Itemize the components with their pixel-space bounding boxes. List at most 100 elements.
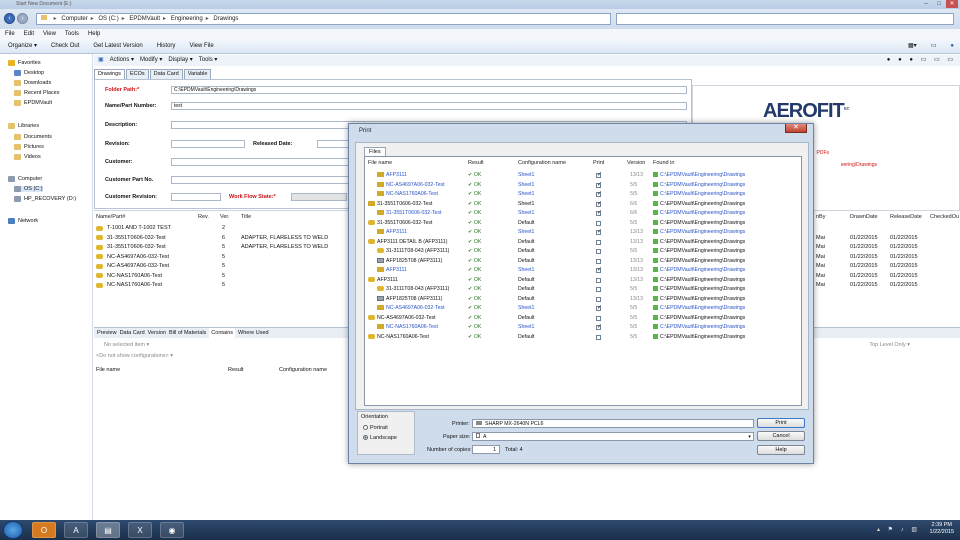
nav-downloads[interactable]: Downloads — [14, 80, 51, 86]
table-row[interactable]: T-1001 AND T-1002 TEST — [96, 225, 171, 231]
crumb-engineering[interactable]: Engineering — [171, 16, 203, 22]
col-title[interactable]: Title — [241, 214, 251, 220]
no-selected-item[interactable]: No selected item ▾ — [104, 342, 149, 348]
crumb-os-c[interactable]: OS (C:) — [98, 16, 118, 22]
menu-file[interactable]: File — [5, 29, 15, 39]
modify-menu[interactable]: Modify ▾ — [140, 55, 162, 66]
tab-variable[interactable]: Variable — [183, 69, 212, 79]
customer-part-field[interactable] — [171, 176, 349, 184]
print-button[interactable]: Print — [757, 418, 805, 428]
tray-icons[interactable]: ▴ ⚑ ♪ ▥ — [877, 526, 920, 533]
tab-version[interactable]: Version — [148, 328, 166, 338]
check-out-button[interactable]: Check Out — [51, 39, 79, 53]
print-checkbox[interactable] — [596, 228, 602, 238]
menu-view[interactable]: View — [43, 29, 56, 39]
customer-revision-field[interactable] — [171, 193, 221, 201]
menu-help[interactable]: Help — [88, 29, 100, 39]
system-clock[interactable]: 2:39 PM 1/22/2015 — [930, 522, 954, 536]
excel-icon[interactable]: X — [128, 522, 152, 538]
start-button[interactable] — [3, 521, 23, 539]
cancel-button[interactable]: Cancel — [757, 431, 805, 441]
col-configuration[interactable]: Configuration name — [518, 160, 566, 166]
view-options-icon[interactable]: ▦▾ — [908, 39, 917, 54]
address-bar[interactable]: ▸ Computer ▸ OS (C:) ▸ EPDMVault ▸ Engineer… — [36, 13, 611, 25]
tab-bill-of-materials[interactable]: Bill of Materials — [169, 328, 206, 338]
table-row[interactable]: NC-AS4697A06-032-Test — [96, 254, 169, 260]
tab-data-card-bottom[interactable]: Data Card — [120, 328, 145, 338]
print-checkbox[interactable] — [596, 277, 601, 283]
list-item[interactable]: NC-AS4697A06-032-Test ✔ OK Sheet1 5/5 C:… — [365, 181, 801, 190]
nav-hp-recovery[interactable]: HP_RECOVERY (D:) — [14, 196, 76, 202]
minimize-button[interactable]: – — [920, 0, 932, 8]
toolbar-icons[interactable]: ● ● ● ▭ ▭ ▭ — [887, 55, 956, 66]
table-row[interactable]: 31-3551T0606-032-Test — [96, 244, 166, 250]
help-icon[interactable]: ● — [950, 39, 954, 54]
actions-menu[interactable]: Actions ▾ — [110, 55, 134, 66]
crumb-computer[interactable]: Computer — [61, 16, 87, 22]
display-menu[interactable]: Display ▾ — [168, 55, 192, 66]
print-checkbox[interactable] — [596, 239, 601, 245]
copies-field[interactable]: 1 — [472, 445, 500, 454]
list-item[interactable]: 31-3551T0606-032-Test ✔ OK Default 5/5 C… — [365, 219, 801, 229]
nav-libraries[interactable]: Libraries — [8, 123, 39, 129]
col-configuration[interactable]: Configuration name — [279, 367, 327, 373]
crumb-epdmvault[interactable]: EPDMVault — [129, 16, 160, 22]
help-button[interactable]: Help — [757, 445, 805, 455]
list-item[interactable]: 31-3111T08-043 (AFP3111) ✔ OK Default 5/… — [365, 247, 801, 257]
col-name[interactable]: Name/Part# — [96, 214, 125, 220]
revision-field[interactable] — [171, 140, 245, 148]
tab-ecos[interactable]: ECOs — [125, 69, 149, 79]
dialog-close-button[interactable]: ✕ — [785, 124, 807, 133]
nav-recent-places[interactable]: Recent Places — [14, 90, 59, 96]
list-item[interactable]: AFP3111 ✔ OK Sheet1 13/13 C:\EPDMVault\E… — [365, 266, 801, 276]
print-checkbox[interactable] — [596, 209, 602, 219]
nav-computer[interactable]: Computer — [8, 176, 42, 182]
col-file-name[interactable]: File name — [368, 160, 392, 166]
nav-favorites[interactable]: Favorites — [8, 60, 41, 66]
landscape-radio[interactable]: Landscape — [363, 435, 397, 441]
nav-network[interactable]: Network — [8, 218, 38, 224]
table-row[interactable]: NC-AS4697A06-032-Test — [96, 263, 169, 269]
top-level-only[interactable]: Top Level Only ▾ — [869, 342, 910, 348]
tools-menu[interactable]: Tools ▾ — [199, 55, 218, 66]
col-found-in[interactable]: Found in — [653, 160, 674, 166]
col-rev[interactable]: Rev. — [198, 214, 209, 220]
outlook-icon[interactable]: O — [32, 522, 56, 538]
list-item[interactable]: AFP3111 ✔ OK Sheet1 13/13 C:\EPDMVault\E… — [365, 171, 801, 181]
table-row[interactable]: NC-NAS1760A06-Test — [96, 273, 162, 279]
nav-os-c[interactable]: OS (C:) — [14, 186, 43, 192]
customer-field[interactable] — [171, 158, 349, 166]
list-item[interactable]: AFP3111 DETAIL B (AFP3111) ✔ OK Default … — [365, 238, 801, 248]
search-input[interactable] — [616, 13, 954, 25]
tab-data-card[interactable]: Data Card — [149, 69, 183, 79]
print-checkbox[interactable] — [596, 266, 602, 276]
tab-where-used[interactable]: Where Used — [238, 328, 269, 338]
print-checkbox[interactable] — [596, 296, 601, 302]
print-checkbox[interactable] — [596, 190, 602, 200]
menu-edit[interactable]: Edit — [24, 29, 34, 39]
paper-size-select[interactable]: A ▾ — [472, 432, 754, 441]
col-checked-out[interactable]: CheckedOu — [930, 214, 959, 220]
table-row[interactable]: NC-NAS1760A06-Test — [96, 282, 162, 288]
tab-contains[interactable]: Contains — [209, 328, 236, 338]
list-item[interactable]: AFP3111 ✔ OK Default 13/13 C:\EPDMVault\… — [365, 276, 801, 286]
nav-epdmvault[interactable]: EPDMVault — [14, 100, 52, 106]
list-item[interactable]: AFP1825T08 (AFP3111) ✔ OK Default 13/13 … — [365, 257, 801, 267]
folder-path-field[interactable]: C:\EPDMVault\Engineering\Drawings — [171, 86, 687, 94]
print-checkbox[interactable] — [596, 323, 602, 333]
print-checkbox[interactable] — [596, 220, 601, 226]
print-checkbox[interactable] — [596, 249, 601, 254]
col-drawn-date[interactable]: DrawnDate — [850, 214, 878, 220]
acrobat-icon[interactable]: A — [64, 522, 88, 538]
tab-preview[interactable]: Preview — [97, 328, 117, 338]
print-checkbox[interactable] — [596, 315, 601, 321]
list-item[interactable]: NC-NAS1760A06-Test ✔ OK Sheet1 5/5 C:\EP… — [365, 323, 801, 333]
print-checkbox[interactable] — [596, 171, 602, 181]
col-release-date[interactable]: ReleaseDate — [890, 214, 922, 220]
col-ver[interactable]: Ver. — [220, 214, 229, 220]
print-checkbox[interactable] — [596, 181, 602, 190]
portrait-radio[interactable]: Portrait — [363, 425, 388, 431]
list-item[interactable]: 31-3551T0606-032-Test ✔ OK Sheet1 6/6 C:… — [365, 200, 801, 209]
print-checkbox[interactable] — [596, 258, 601, 264]
print-checkbox[interactable] — [596, 200, 602, 209]
